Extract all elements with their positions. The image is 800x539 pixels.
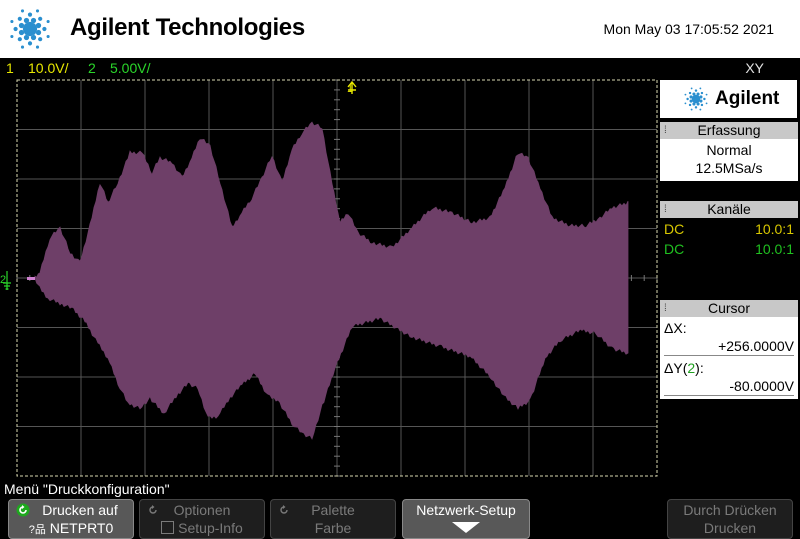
print-to-label-row: Drucken auf	[9, 501, 133, 519]
info-panel: Agilent ⁞ Erfassung Normal 12.5MSa/s ⁞ K…	[658, 80, 800, 478]
acquisition-title: Erfassung	[697, 122, 761, 138]
agilent-logo-box: Agilent	[660, 80, 797, 118]
ground-marker-label: 2	[0, 274, 6, 286]
acquisition-header[interactable]: ⁞ Erfassung	[660, 122, 798, 139]
network-setup-softkey[interactable]: Netzwerk-Setup	[402, 499, 530, 539]
delta-y-suffix: ):	[695, 360, 704, 376]
print-to-value: NETPRT0	[49, 520, 114, 536]
options-value: Setup-Info	[178, 520, 243, 536]
channel-1-coupling: DC	[664, 221, 685, 237]
agilent-logo-text: Agilent	[715, 88, 780, 109]
channel-1-number[interactable]: 1	[6, 58, 14, 78]
brand-title: Agilent Technologies	[70, 14, 305, 41]
rotate-knob-icon	[280, 505, 288, 514]
channels-body: DC 10.0:1 DC 10.0:1	[660, 218, 798, 266]
agilent-spark-small-icon	[684, 87, 708, 111]
section-dots-icon: ⁞	[664, 204, 667, 215]
rotate-knob-icon	[149, 505, 157, 514]
print-to-softkey[interactable]: Drucken auf ?品 NETPRT0	[8, 499, 134, 539]
network-setup-label: Netzwerk-Setup	[416, 502, 516, 518]
options-label-row: Optionen	[140, 501, 264, 519]
channel-1-scale[interactable]: 10.0V/	[28, 58, 68, 78]
delta-x-label: ΔX:	[664, 320, 687, 336]
channels-header[interactable]: ⁞ Kanäle	[660, 201, 798, 218]
channel-2-ground-marker[interactable]: 2	[0, 271, 11, 290]
channel-2-number[interactable]: 2	[88, 58, 96, 78]
waveform-display[interactable]: 1 2	[0, 78, 660, 478]
channel-2-scale[interactable]: 5.00V/	[110, 58, 150, 78]
submenu-arrow-down-icon	[452, 522, 480, 533]
cursor-title: Cursor	[707, 300, 750, 316]
print-value: Drucken	[703, 520, 757, 536]
print-softkey[interactable]: Durch Drücken Drucken	[667, 499, 793, 539]
palette-label: Palette	[311, 502, 355, 518]
datetime-display: Mon May 03 17:05:52 2021	[603, 21, 774, 37]
palette-value: Farbe	[314, 520, 352, 536]
channel-status-bar: 1 10.0V/ 2 5.00V/ XY	[0, 58, 800, 78]
acquisition-rate: 12.5MSa/s	[695, 160, 763, 176]
palette-label-row: Palette	[271, 501, 395, 519]
trigger-marker[interactable]: 1	[347, 80, 357, 95]
cursor-body: ΔX: +256.0000V ΔY(2): -80.0000V	[660, 317, 798, 399]
options-label: Optionen	[173, 502, 231, 518]
network-printer-icon: ?品	[28, 524, 46, 536]
channel-2-row: DC 10.0:1	[664, 240, 794, 258]
options-softkey[interactable]: Optionen Setup-Info	[139, 499, 265, 539]
channels-title: Kanäle	[707, 201, 751, 217]
xy-trace	[34, 121, 629, 440]
section-dots-icon: ⁞	[664, 125, 667, 136]
delta-y-label: ΔY(2):	[664, 359, 794, 377]
acquisition-body: Normal 12.5MSa/s	[660, 139, 798, 181]
section-dots-icon: ⁞	[664, 303, 667, 314]
channel-2-coupling: DC	[664, 241, 685, 257]
delta-y-value: -80.0000V	[664, 377, 794, 396]
trace-origin-dot	[27, 277, 35, 280]
setup-info-checkbox[interactable]	[161, 521, 175, 534]
cursor-header[interactable]: ⁞ Cursor	[660, 300, 798, 317]
options-value-row: Setup-Info	[140, 519, 264, 537]
menu-title: Menü "Druckkonfiguration"	[4, 481, 170, 497]
delta-x-value: +256.0000V	[664, 337, 794, 356]
print-to-value-row: ?品 NETPRT0	[9, 519, 133, 537]
timebase-mode[interactable]: XY	[745, 58, 764, 78]
channel-1-probe: 10.0:1	[755, 221, 794, 237]
print-label: Durch Drücken	[683, 502, 777, 518]
channel-2-probe: 10.0:1	[755, 241, 794, 257]
channel-1-row: DC 10.0:1	[664, 220, 794, 238]
print-to-label: Drucken auf	[42, 502, 118, 518]
rotate-knob-icon	[16, 503, 30, 517]
delta-y-channel: 2	[687, 360, 696, 376]
agilent-spark-logo-icon	[10, 9, 50, 49]
delta-y-prefix: ΔY(	[664, 360, 688, 376]
palette-softkey[interactable]: Palette Farbe	[270, 499, 396, 539]
acquisition-mode: Normal	[706, 142, 752, 158]
header-bar: Agilent Technologies Mon May 03 17:05:52…	[0, 0, 800, 58]
